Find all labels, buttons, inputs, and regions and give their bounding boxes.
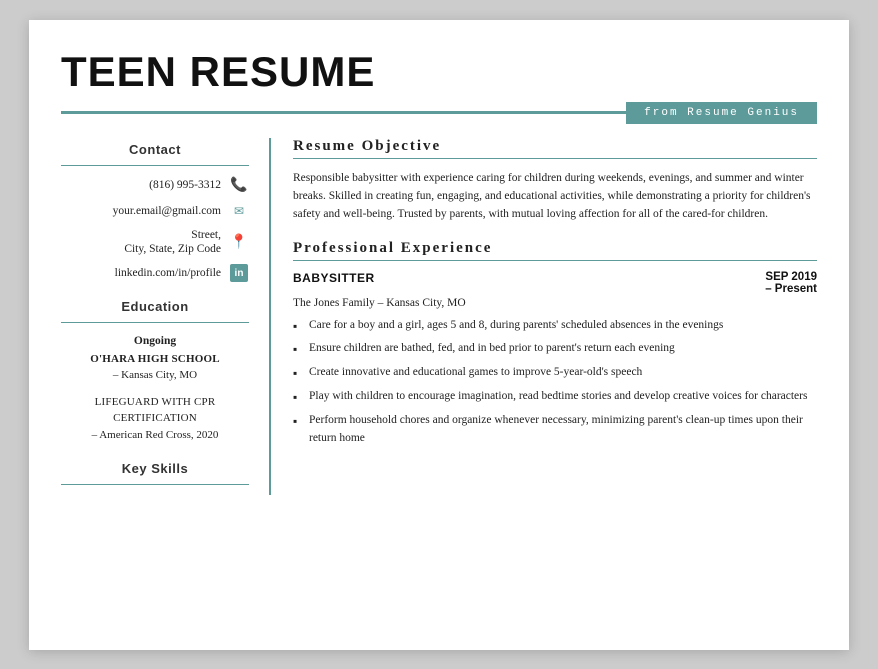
contact-email: your.email@gmail.com ✉ xyxy=(61,202,249,222)
education-cert-org: – American Red Cross, 2020 xyxy=(61,427,249,444)
contact-phone: (816) 995-3312 📞 xyxy=(61,176,249,196)
job-bullets: Care for a boy and a girl, ages 5 and 8,… xyxy=(293,317,817,448)
email-icon: ✉ xyxy=(229,202,249,222)
phone-icon: 📞 xyxy=(229,176,249,196)
contact-linkedin: linkedin.com/in/profile in xyxy=(61,263,249,283)
objective-section-title: Resume Objective xyxy=(293,138,817,159)
job-date-end: – Present xyxy=(765,283,817,295)
experience-section-title: Professional Experience xyxy=(293,240,817,261)
resume-title: TEEN RESUME xyxy=(61,48,817,96)
email-text: your.email@gmail.com xyxy=(113,204,221,219)
job-header-row: BABYSITTER SEP 2019 – Present xyxy=(293,271,817,295)
objective-text: Responsible babysitter with experience c… xyxy=(293,169,817,224)
bullet-3: Create innovative and educational games … xyxy=(293,364,817,382)
bullet-5: Perform household chores and organize wh… xyxy=(293,412,817,448)
header-bar: from Resume Genius xyxy=(61,102,817,124)
contact-address: Street,City, State, Zip Code 📍 xyxy=(61,228,249,258)
location-icon: 📍 xyxy=(229,232,249,252)
resume-document: TEEN RESUME from Resume Genius Contact (… xyxy=(29,20,849,650)
education-block: Ongoing O'HARA HIGH SCHOOL – Kansas City… xyxy=(61,333,249,443)
education-divider xyxy=(61,322,249,323)
contact-divider xyxy=(61,165,249,166)
linkedin-icon: in xyxy=(229,263,249,283)
main-content: Resume Objective Responsible babysitter … xyxy=(271,138,817,496)
job-date-start: SEP 2019 xyxy=(765,271,817,283)
bullet-4: Play with children to encourage imaginat… xyxy=(293,388,817,406)
key-skills-divider xyxy=(61,484,249,485)
education-location: – Kansas City, MO xyxy=(61,367,249,384)
education-school: O'HARA HIGH SCHOOL xyxy=(61,351,249,368)
phone-text: (816) 995-3312 xyxy=(149,178,221,193)
header-badge: from Resume Genius xyxy=(626,102,817,124)
job-company: The Jones Family – Kansas City, MO xyxy=(293,297,817,309)
sidebar: Contact (816) 995-3312 📞 your.email@gmai… xyxy=(61,138,271,496)
bullet-1: Care for a boy and a girl, ages 5 and 8,… xyxy=(293,317,817,335)
address-text: Street,City, State, Zip Code xyxy=(124,228,221,258)
education-section-title: Education xyxy=(61,299,249,314)
job-date: SEP 2019 – Present xyxy=(765,271,817,295)
education-status: Ongoing xyxy=(61,333,249,350)
job-title: BABYSITTER xyxy=(293,271,375,285)
header-line xyxy=(61,111,626,114)
contact-section-title: Contact xyxy=(61,142,249,157)
main-columns: Contact (816) 995-3312 📞 your.email@gmai… xyxy=(61,138,817,496)
education-cert: LIFEGUARD WITH CPRCeRTiFiCATiON xyxy=(61,394,249,427)
linkedin-text: linkedin.com/in/profile xyxy=(115,266,221,281)
bullet-2: Ensure children are bathed, fed, and in … xyxy=(293,340,817,358)
key-skills-section-title: Key Skills xyxy=(61,461,249,476)
